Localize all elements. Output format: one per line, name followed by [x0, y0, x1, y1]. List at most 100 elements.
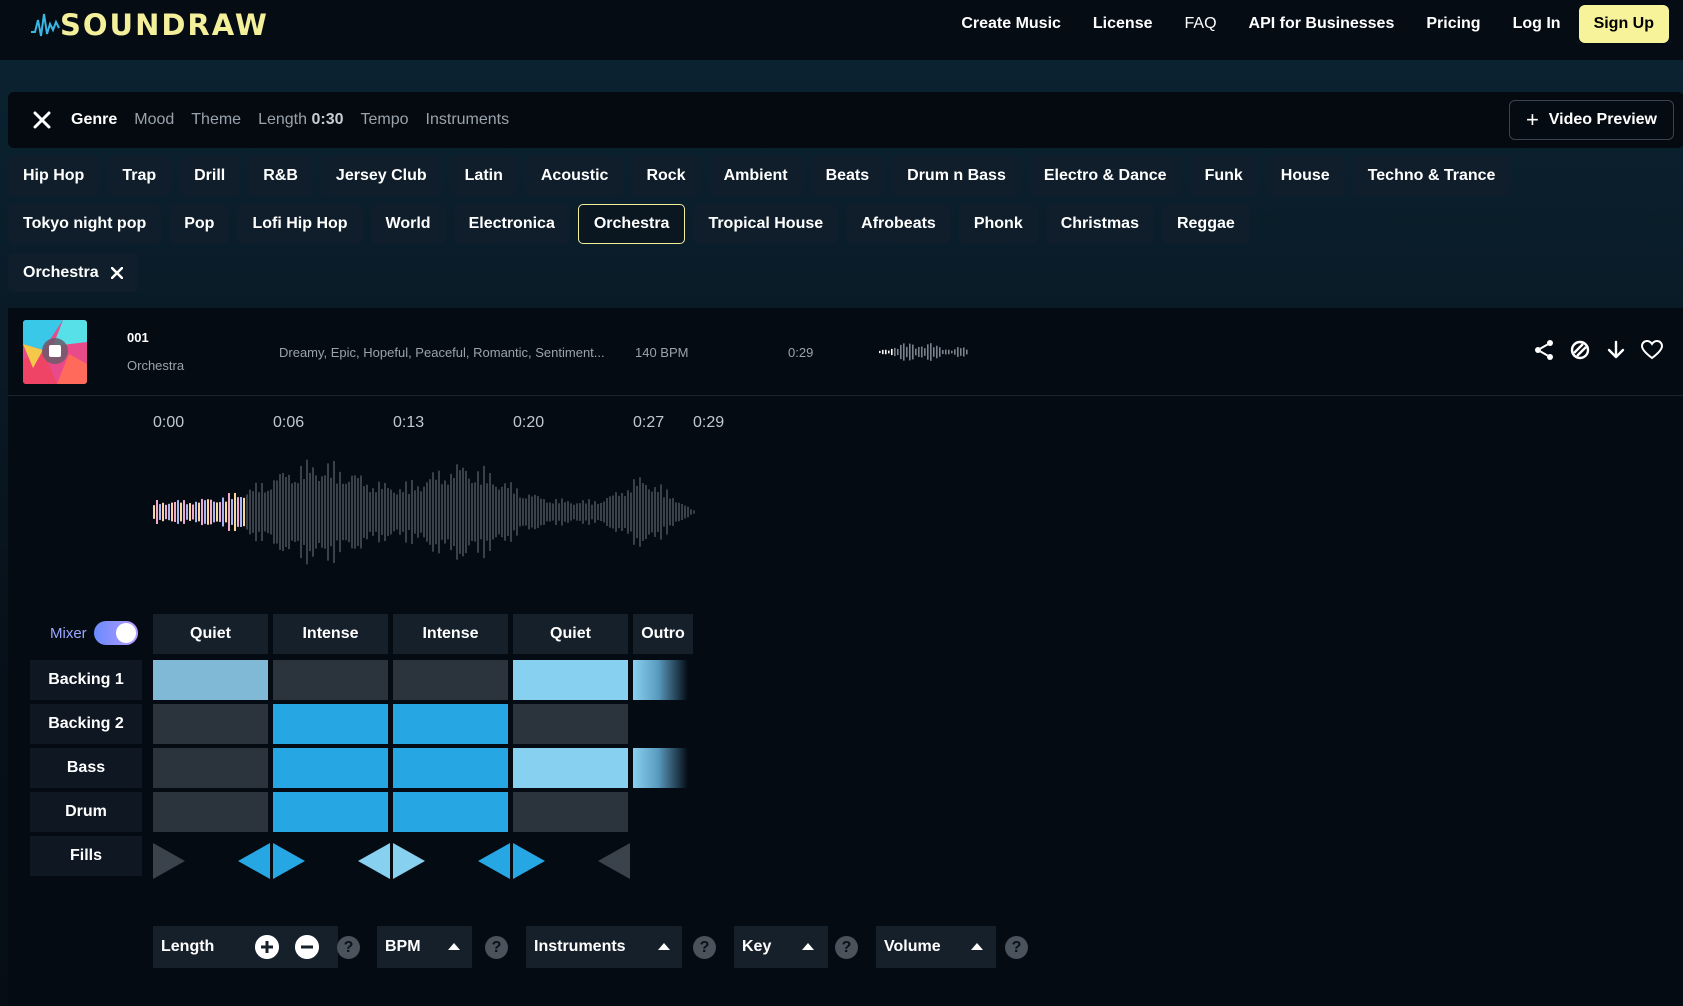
sign-up-button[interactable]: Sign Up: [1578, 5, 1669, 43]
mixer-cell[interactable]: [273, 792, 388, 832]
key-control[interactable]: Key: [734, 926, 828, 968]
genre-chip-christmas[interactable]: Christmas: [1045, 204, 1154, 244]
genre-chip-techno-trance[interactable]: Techno & Trance: [1352, 156, 1511, 196]
waveform-bar: [420, 491, 422, 533]
length-help-icon[interactable]: ?: [337, 936, 360, 959]
genre-chip-afrobeats[interactable]: Afrobeats: [846, 204, 951, 244]
mixer-cell[interactable]: [273, 660, 388, 700]
nav-api-for-businesses[interactable]: API for Businesses: [1249, 15, 1395, 33]
genre-chip-hip-hop[interactable]: Hip Hop: [8, 156, 100, 196]
track-cover-stop-button[interactable]: [23, 320, 87, 384]
genre-chip-house[interactable]: House: [1265, 156, 1345, 196]
section-header-1[interactable]: Quiet: [153, 614, 268, 654]
tab-mood[interactable]: Mood: [134, 111, 174, 129]
genre-chip-drum-n-bass[interactable]: Drum n Bass: [892, 156, 1021, 196]
genre-chip-ambient[interactable]: Ambient: [708, 156, 803, 196]
genre-chip-funk[interactable]: Funk: [1189, 156, 1258, 196]
waveform-bar: [384, 482, 386, 542]
mixer-cell[interactable]: [513, 704, 628, 744]
mixer-cell[interactable]: [513, 748, 628, 788]
mixer-cell[interactable]: [633, 748, 688, 788]
genre-chip-acoustic[interactable]: Acoustic: [525, 156, 624, 196]
tab-genre[interactable]: Genre: [71, 111, 117, 129]
nav-license[interactable]: License: [1093, 15, 1153, 33]
fill-arrow-right-off[interactable]: [153, 841, 189, 881]
mixer-cell[interactable]: [393, 660, 508, 700]
key-help-icon[interactable]: ?: [835, 936, 858, 959]
track-waveform[interactable]: [153, 453, 698, 571]
genre-chip-world[interactable]: World: [370, 204, 446, 244]
genre-chip-beats[interactable]: Beats: [810, 156, 885, 196]
mixer-cell[interactable]: [153, 660, 268, 700]
genre-chip-tropical-house[interactable]: Tropical House: [693, 204, 839, 244]
genre-chip-pop[interactable]: Pop: [169, 204, 230, 244]
soundraw-logo[interactable]: SOUNDRAW: [30, 8, 269, 42]
mixer-cell[interactable]: [393, 748, 508, 788]
download-icon[interactable]: [1604, 338, 1628, 362]
waveform-bar: [204, 500, 206, 524]
fill-arrow-left-3[interactable]: [476, 841, 512, 881]
genre-chip-drill[interactable]: Drill: [179, 156, 241, 196]
fill-arrow-right-2[interactable]: [393, 841, 429, 881]
tab-theme[interactable]: Theme: [191, 111, 241, 129]
genre-chip-rnb[interactable]: R&B: [248, 156, 313, 196]
share-icon[interactable]: [1532, 338, 1556, 362]
section-header-4[interactable]: Quiet: [513, 614, 628, 654]
nav-pricing[interactable]: Pricing: [1426, 15, 1480, 33]
mixer-cell[interactable]: [273, 704, 388, 744]
volume-control[interactable]: Volume: [876, 926, 996, 968]
mixer-cell[interactable]: [513, 792, 628, 832]
tab-length[interactable]: Length 0:30: [258, 111, 343, 129]
fill-arrow-left-1[interactable]: [236, 841, 272, 881]
heart-icon[interactable]: [1640, 338, 1664, 362]
mixer-cell[interactable]: [393, 704, 508, 744]
bpm-control[interactable]: BPM: [377, 926, 472, 968]
genre-chip-electro-dance[interactable]: Electro & Dance: [1028, 156, 1182, 196]
genre-chip-phonk[interactable]: Phonk: [958, 204, 1038, 244]
instruments-control[interactable]: Instruments: [526, 926, 682, 968]
fill-arrow-right-3[interactable]: [513, 841, 549, 881]
genre-chip-reggae[interactable]: Reggae: [1161, 204, 1250, 244]
genre-chip-trap[interactable]: Trap: [107, 156, 172, 196]
mini-waveform[interactable]: [879, 341, 969, 363]
mixer-cell[interactable]: [153, 748, 268, 788]
genre-chip-orchestra[interactable]: Orchestra: [577, 204, 686, 244]
mixer-cell[interactable]: [393, 792, 508, 832]
waveform-bar: [498, 489, 500, 535]
remove-filter-icon[interactable]: [110, 266, 123, 279]
mixer-cell[interactable]: [153, 704, 268, 744]
mixer-cell[interactable]: [513, 660, 628, 700]
genre-chip-lofi-hip-hop[interactable]: Lofi Hip Hop: [237, 204, 363, 244]
mixer-cell[interactable]: [273, 748, 388, 788]
nav-faq[interactable]: FAQ: [1185, 15, 1217, 33]
mini-waveform-bar: [933, 347, 935, 357]
volume-help-icon[interactable]: ?: [1005, 936, 1028, 959]
nav-log-in[interactable]: Log In: [1513, 15, 1561, 33]
genre-chip-tokyo-night-pop[interactable]: Tokyo night pop: [8, 204, 162, 244]
genre-chip-electronica[interactable]: Electronica: [453, 204, 570, 244]
fill-arrow-right-1[interactable]: [273, 841, 309, 881]
minus-circle-icon[interactable]: [295, 935, 319, 959]
fill-arrow-left-off[interactable]: [596, 841, 632, 881]
genre-chip-jersey-club[interactable]: Jersey Club: [320, 156, 442, 196]
section-header-2[interactable]: Intense: [273, 614, 388, 654]
mixer-cell[interactable]: [153, 792, 268, 832]
waveform-bar: [615, 492, 617, 532]
mixer-toggle[interactable]: [94, 621, 138, 645]
video-preview-button[interactable]: + Video Preview: [1508, 100, 1674, 140]
genre-chip-latin[interactable]: Latin: [449, 156, 518, 196]
plus-circle-icon[interactable]: [255, 935, 279, 959]
fill-arrow-left-2[interactable]: [356, 841, 392, 881]
tab-tempo[interactable]: Tempo: [361, 111, 409, 129]
close-icon[interactable]: [26, 104, 58, 136]
section-header-5[interactable]: Outro: [633, 614, 693, 654]
nav-create-music[interactable]: Create Music: [961, 15, 1061, 33]
waveform-bar: [162, 502, 164, 522]
similar-icon[interactable]: [1568, 338, 1592, 362]
instruments-help-icon[interactable]: ?: [693, 936, 716, 959]
section-header-3[interactable]: Intense: [393, 614, 508, 654]
mixer-cell[interactable]: [633, 660, 688, 700]
genre-chip-rock[interactable]: Rock: [631, 156, 701, 196]
tab-instruments[interactable]: Instruments: [426, 111, 510, 129]
bpm-help-icon[interactable]: ?: [485, 936, 508, 959]
